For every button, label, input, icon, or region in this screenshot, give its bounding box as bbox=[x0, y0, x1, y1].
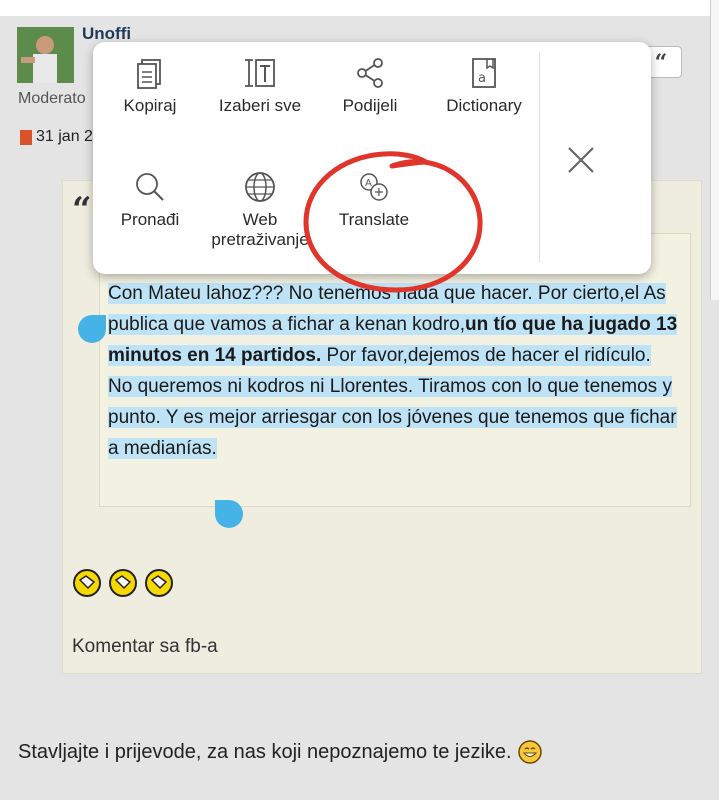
menu-item-label: Kopiraj bbox=[123, 96, 177, 115]
menu-item-find[interactable]: Pronađi bbox=[95, 170, 205, 230]
menu-divider bbox=[539, 52, 540, 262]
reply-text: Stavljajte i prijevode, za nas koji nepo… bbox=[18, 740, 512, 763]
select-all-icon bbox=[245, 59, 275, 87]
document-icon bbox=[20, 129, 32, 145]
menu-item-label: Web pretraživanje bbox=[211, 210, 309, 249]
grin-emoji-icon bbox=[517, 740, 542, 764]
share-icon bbox=[357, 58, 383, 88]
top-bar bbox=[0, 0, 719, 16]
dictionary-icon: a bbox=[472, 58, 496, 88]
smiley-icon bbox=[109, 569, 137, 597]
post-username[interactable]: Unoffi bbox=[82, 24, 131, 44]
menu-item-web-search[interactable]: Web pretraživanje bbox=[205, 170, 315, 250]
menu-item-copy[interactable]: Kopiraj bbox=[95, 56, 205, 116]
emoji-row bbox=[72, 568, 174, 598]
quote-text[interactable]: Con Mateu lahoz??? No tenemos nada que h… bbox=[108, 278, 678, 464]
post-date: 31 jan 2 bbox=[36, 128, 93, 145]
translate-icon: A bbox=[360, 173, 388, 201]
selection-handle-end[interactable] bbox=[215, 500, 243, 528]
menu-item-dictionary[interactable]: a Dictionary bbox=[429, 56, 539, 116]
smiley-icon bbox=[73, 569, 101, 597]
selection-handle-start[interactable] bbox=[78, 315, 106, 343]
menu-item-label: Pronađi bbox=[120, 210, 180, 229]
smiley-icon bbox=[145, 569, 173, 597]
menu-item-label: Dictionary bbox=[446, 96, 522, 115]
menu-item-share[interactable]: Podijeli bbox=[315, 56, 425, 116]
copy-icon bbox=[137, 59, 161, 89]
post-date-row: 31 jan 2 bbox=[20, 128, 93, 146]
search-icon bbox=[136, 173, 164, 201]
svg-text:A: A bbox=[365, 178, 372, 189]
reply-post: Stavljajte i prijevode, za nas koji nepo… bbox=[18, 740, 542, 764]
post-role: Moderato bbox=[18, 90, 86, 107]
close-icon[interactable] bbox=[563, 142, 599, 178]
comment-label: Komentar sa fb-a bbox=[72, 636, 218, 657]
menu-item-label: Izaberi sve bbox=[218, 96, 302, 115]
text-selection-menu: Kopiraj Izaberi sve Podijeli a Dictionar… bbox=[93, 42, 651, 274]
menu-item-label: Podijeli bbox=[342, 96, 398, 115]
avatar[interactable] bbox=[17, 27, 74, 83]
scrollbar[interactable] bbox=[710, 0, 719, 300]
menu-item-select-all[interactable]: Izaberi sve bbox=[205, 56, 315, 116]
menu-item-label: Translate bbox=[338, 210, 410, 229]
quote-mark: “ bbox=[72, 190, 92, 230]
svg-text:a: a bbox=[478, 71, 486, 86]
menu-item-translate[interactable]: A Translate bbox=[319, 170, 429, 230]
globe-icon bbox=[245, 172, 275, 202]
avatar-image bbox=[17, 27, 74, 83]
